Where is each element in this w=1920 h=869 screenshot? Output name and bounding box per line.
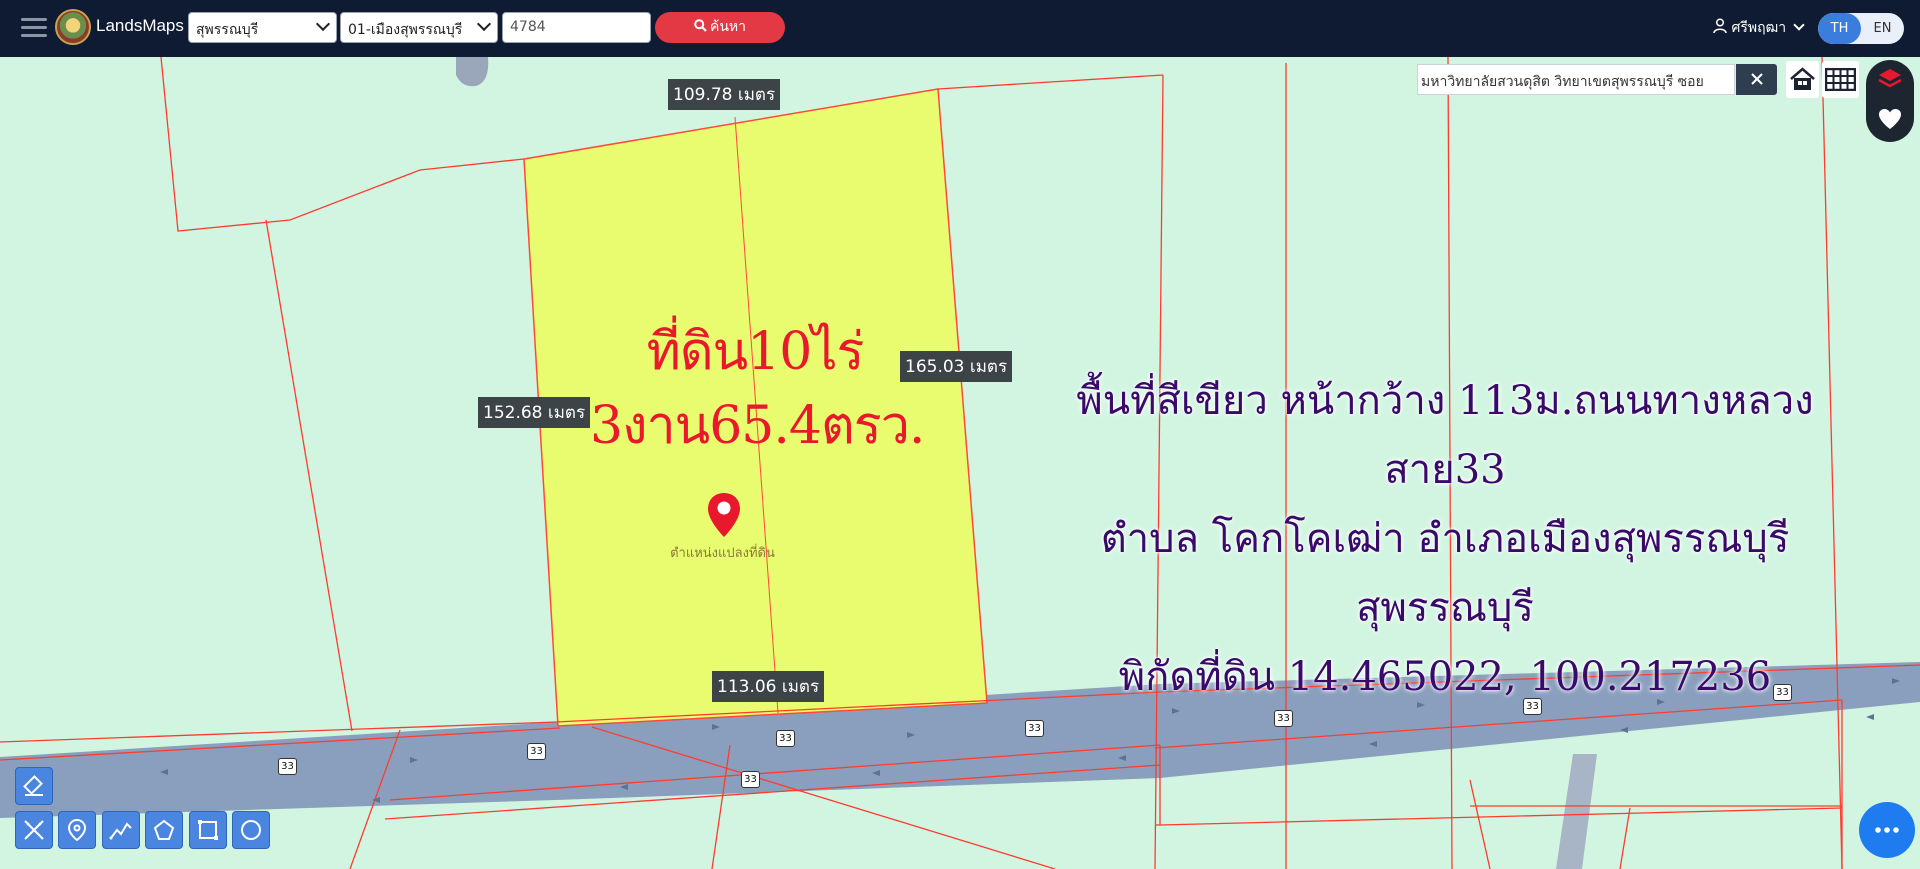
province-select[interactable]: สุพรรณบุรี [188,12,337,43]
close-search-button[interactable] [1736,64,1777,95]
map-pin-outline-icon [67,818,87,842]
parcel-area-line1: ที่ดิน10ไร่ [646,322,865,382]
place-search-input[interactable]: มหาวิทยาลัยสวนดุสิต วิทยาเขตสุพรรณบุรี ซ… [1417,64,1735,95]
grid-icon [1825,68,1856,91]
parcel-number-value: 4784 [510,19,546,35]
highway-shield: 33 [1025,720,1044,737]
map-controls-panel [1866,60,1914,142]
land-info-line-1: พื้นที่สีเขียว หน้ากว้าง 113ม.ถนนทางหลวง… [1076,378,1814,493]
highway-shield: 33 [776,730,795,747]
heart-icon[interactable] [1878,108,1902,130]
rectangle-icon [198,820,218,840]
close-icon [1751,73,1763,85]
place-search-value: มหาวิทยาลัยสวนดุสิต วิทยาเขตสุพรรณบุรี ซ… [1421,74,1704,90]
land-info-text: พื้นที่สีเขียว หน้ากว้าง 113ม.ถนนทางหลวง… [1030,367,1860,712]
map-feature-water [456,57,489,87]
marker-tool-button[interactable] [58,811,96,849]
circle-tool-button[interactable] [232,811,270,849]
highway-shield: 33 [1274,710,1293,727]
land-info-line-3: พิกัดที่ดิน 14.465022, 100.217236 [1118,654,1772,700]
dimension-label-bottom: 113.06 เมตร [712,671,825,702]
home-button[interactable] [1786,61,1819,98]
grid-button[interactable] [1822,61,1859,98]
chevron-down-icon [476,16,492,32]
dimension-label-top: 109.78 เมตร [668,79,781,110]
lang-th-button[interactable]: TH [1818,13,1861,44]
province-select-value: สุพรรณบุรี [196,22,259,38]
lang-en-button[interactable]: EN [1861,13,1904,44]
user-menu[interactable]: ศรีพฤฒา [1713,17,1805,39]
parcel-area-line2: 3งาน65.4ตรว. [590,396,925,456]
polygon-tool-button[interactable] [145,811,183,849]
polygon-icon [153,819,175,840]
map-canvas[interactable]: 33 33 33 33 33 33 33 33 109.78 เมตร 165.… [0,57,1920,869]
circle-icon [241,820,261,840]
search-button[interactable]: ค้นหา [655,12,785,43]
user-name: ศรีพฤฒา [1731,20,1787,36]
polyline-tool-button[interactable] [102,811,140,849]
parcel-area-title: ที่ดิน10ไร่ 3งาน65.4ตรว. [590,315,925,463]
search-icon [694,19,707,32]
eraser-tool-button[interactable] [15,767,53,805]
hamburger-icon[interactable] [21,16,47,38]
highway-shield: 33 [741,771,760,788]
side-road [1556,754,1597,869]
eraser-icon [23,775,43,796]
chevron-down-icon [1792,19,1805,31]
highway-shield: 33 [278,758,297,775]
ruler-pencil-icon [24,820,44,840]
app-logo [55,9,91,45]
parcel-number-input[interactable]: 4784 [502,12,651,43]
chevron-down-icon [315,16,331,32]
land-info-line-2: ตำบล โคกโคเฒ่า อำเภอเมืองสุพรรณบุรี สุพร… [1100,516,1790,631]
user-icon [1713,18,1727,34]
map-pin-icon[interactable] [706,491,742,539]
app-name[interactable]: LandsMaps [96,16,184,36]
measure-tool-button[interactable] [15,811,53,849]
marker-label: ตำแหน่งแปลงที่ดิน [670,546,775,561]
district-select-value: 01-เมืองสุพรรณบุรี [348,22,463,38]
dimension-label-left: 152.68 เมตร [478,397,591,428]
more-menu-button[interactable] [1859,802,1915,858]
search-button-label: ค้นหา [709,19,747,35]
rectangle-tool-button[interactable] [189,811,227,849]
highway-shield: 33 [527,743,546,760]
polyline-icon [109,822,132,840]
home-icon [1790,67,1815,90]
district-select[interactable]: 01-เมืองสุพรรณบุรี [340,12,498,43]
top-navbar: LandsMaps สุพรรณบุรี 01-เมืองสุพรรณบุรี … [0,0,1920,57]
layers-icon[interactable] [1877,67,1903,91]
more-dots-icon [1875,827,1899,833]
language-toggle: TH EN [1818,13,1904,44]
